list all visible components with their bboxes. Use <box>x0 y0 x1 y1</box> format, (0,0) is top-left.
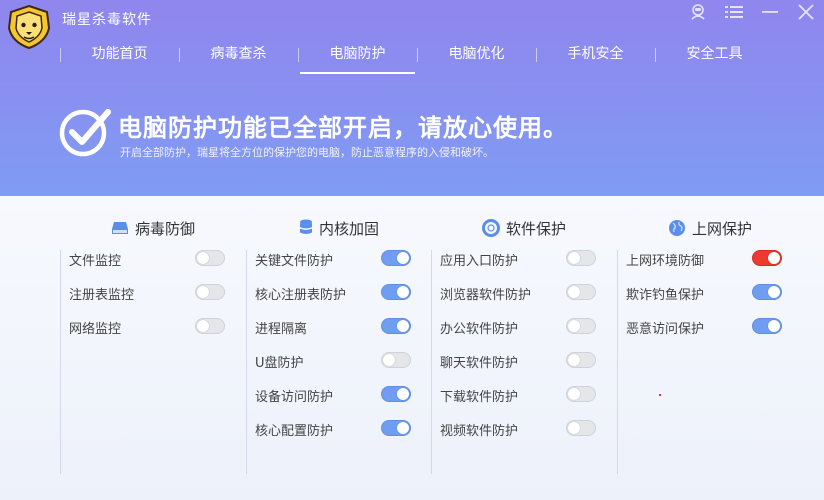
item-label: 聊天软件防护 <box>440 356 519 371</box>
section-title: 上网保护 <box>691 219 752 238</box>
section-title: 软件保护 <box>505 219 566 238</box>
toggle-switch[interactable] <box>566 352 596 368</box>
list-item: U盘防护 <box>255 350 430 371</box>
list-item: 文件监控 <box>69 248 244 269</box>
toggle-switch[interactable] <box>381 318 411 334</box>
section-header: 病毒防御 <box>60 216 246 240</box>
list-item: 办公软件防护 <box>440 316 615 337</box>
toggle-switch[interactable] <box>752 318 782 334</box>
toggle-switch[interactable] <box>566 386 596 402</box>
toggle-switch[interactable] <box>566 420 596 436</box>
item-label: 恶意访问保护 <box>626 322 705 337</box>
check-circle-icon <box>59 109 111 157</box>
section-header: 内核加固 <box>246 216 432 240</box>
item-label: 核心注册表防护 <box>255 288 347 303</box>
lifebuoy-icon <box>481 219 500 237</box>
item-label: 上网环境防御 <box>626 254 705 269</box>
list-item: 网络监控 <box>69 316 244 337</box>
list-item: 核心注册表防护 <box>255 282 430 303</box>
menu-icon[interactable] <box>716 0 752 24</box>
toggle-switch[interactable] <box>381 284 411 300</box>
list-item: 视频软件防护 <box>440 418 615 439</box>
toggle-switch[interactable] <box>381 250 411 266</box>
list-item: 进程隔离 <box>255 316 430 337</box>
tab-virus-scan[interactable]: 病毒查杀 <box>179 38 298 74</box>
section-kernel-hardening: 内核加固 关键文件防护 核心注册表防护 进程隔离 U盘防护 设备访问防护 核心配… <box>246 196 432 500</box>
banner-title: 电脑防护功能已全部开启，请放心使用。 <box>118 114 568 142</box>
item-label: 视频软件防护 <box>440 424 519 439</box>
item-label: 网络监控 <box>69 322 122 337</box>
item-label: U盘防护 <box>255 356 304 371</box>
item-label: 注册表监控 <box>69 288 135 303</box>
list-item: 注册表监控 <box>69 282 244 303</box>
list-item: 设备访问防护 <box>255 384 430 405</box>
lion-logo-icon <box>7 4 51 50</box>
item-label: 文件监控 <box>69 254 122 269</box>
section-web-protection: 上网保护 上网环境防御 欺诈钓鱼保护 恶意访问保护 <box>617 196 803 500</box>
section-software-protection: 软件保护 应用入口防护 浏览器软件防护 办公软件防护 聊天软件防护 下载软件防护… <box>431 196 617 500</box>
list-item: 核心配置防护 <box>255 418 430 439</box>
marker-dot <box>659 394 661 396</box>
tab-security-tools[interactable]: 安全工具 <box>655 38 774 74</box>
window-controls <box>680 0 824 24</box>
toggle-switch[interactable] <box>195 318 225 334</box>
list-item: 应用入口防护 <box>440 248 615 269</box>
item-label: 欺诈钓鱼保护 <box>626 288 705 303</box>
item-label: 进程隔离 <box>255 322 308 337</box>
section-header: 软件保护 <box>431 216 617 240</box>
hard-drive-icon <box>111 222 128 234</box>
item-label: 核心配置防护 <box>255 424 334 439</box>
section-title: 病毒防御 <box>134 219 195 238</box>
tab-mobile-security[interactable]: 手机安全 <box>536 38 655 74</box>
globe-icon <box>668 220 685 236</box>
toggle-switch[interactable] <box>566 318 596 334</box>
toggle-switch[interactable] <box>566 250 596 266</box>
protection-panel: 病毒防御 文件监控 注册表监控 网络监控 内核加固 关键文件防护 核心注册表防护… <box>0 196 824 500</box>
banner-subtitle: 开启全部防护，瑞星将全方位的保护您的电脑，防止恶意程序的入侵和破坏。 <box>120 146 494 159</box>
account-icon[interactable] <box>680 0 716 24</box>
item-label: 办公软件防护 <box>440 322 519 337</box>
toggle-switch[interactable] <box>195 284 225 300</box>
minimize-icon[interactable] <box>752 0 788 24</box>
column-divider <box>617 250 618 474</box>
tab-pc-protection[interactable]: 电脑防护 <box>298 38 417 74</box>
list-item: 恶意访问保护 <box>626 316 801 337</box>
tab-pc-optimize[interactable]: 电脑优化 <box>417 38 536 74</box>
toggle-switch[interactable] <box>195 250 225 266</box>
list-item: 聊天软件防护 <box>440 350 615 371</box>
list-item: 关键文件防护 <box>255 248 430 269</box>
list-item: 欺诈钓鱼保护 <box>626 282 801 303</box>
column-divider <box>246 250 247 474</box>
toggle-switch[interactable] <box>752 284 782 300</box>
list-item: 下载软件防护 <box>440 384 615 405</box>
toggle-switch[interactable] <box>381 386 411 402</box>
column-divider <box>431 250 432 474</box>
section-virus-defense: 病毒防御 文件监控 注册表监控 网络监控 <box>60 196 246 500</box>
header: 瑞星杀毒软件 功能首页 病毒查杀 电脑防护 电脑优化 手机安全 安全工具 电脑防… <box>0 0 824 196</box>
item-label: 浏览器软件防护 <box>440 288 532 303</box>
tab-home[interactable]: 功能首页 <box>60 38 179 74</box>
close-icon[interactable] <box>788 0 824 24</box>
item-label: 下载软件防护 <box>440 390 519 405</box>
column-divider <box>60 250 61 474</box>
item-label: 关键文件防护 <box>255 254 334 269</box>
list-item: 上网环境防御 <box>626 248 801 269</box>
toggle-switch[interactable] <box>381 420 411 436</box>
item-label: 应用入口防护 <box>440 254 519 269</box>
item-label: 设备访问防护 <box>255 390 334 405</box>
toggle-switch[interactable] <box>381 352 411 368</box>
list-item: 浏览器软件防护 <box>440 282 615 303</box>
toggle-switch[interactable] <box>566 284 596 300</box>
section-title: 内核加固 <box>318 219 379 238</box>
database-icon <box>299 219 312 234</box>
toggle-switch[interactable] <box>752 250 782 266</box>
main-nav: 功能首页 病毒查杀 电脑防护 电脑优化 手机安全 安全工具 <box>60 38 774 74</box>
section-header: 上网保护 <box>617 216 803 240</box>
app-title: 瑞星杀毒软件 <box>62 12 152 28</box>
